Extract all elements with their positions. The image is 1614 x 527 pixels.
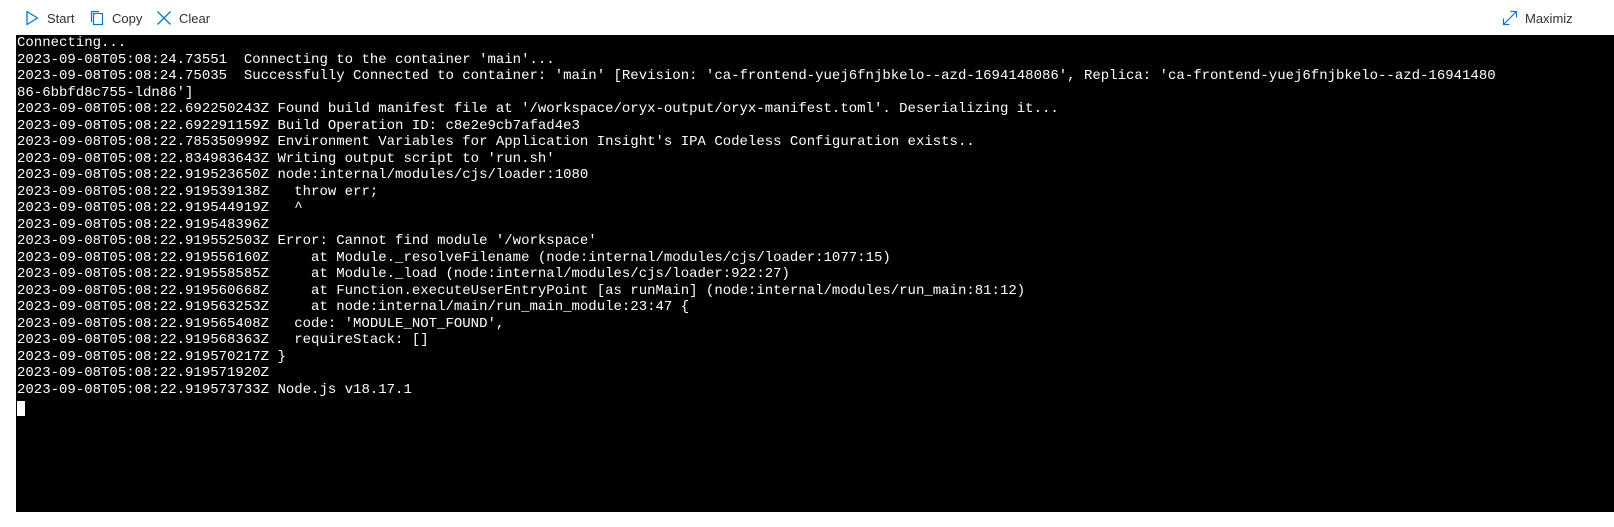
start-button-label: Start <box>47 10 75 26</box>
copy-button[interactable]: Copy <box>89 8 142 28</box>
console-line: 2023-09-08T05:08:24.75035 Successfully C… <box>17 68 1496 84</box>
console-line: 2023-09-08T05:08:22.785350999Z Environme… <box>17 134 975 150</box>
console-line: 86-6bbfd8c755-ldn86'] <box>17 84 194 101</box>
console-line: 2023-09-08T05:08:22.692291159Z Build Ope… <box>17 117 580 134</box>
console-line: 2023-09-08T05:08:22.919560668Z at Functi… <box>17 282 1026 299</box>
clear-button[interactable]: Clear <box>156 8 210 28</box>
console-line: 2023-09-08T05:08:22.919548396Z <box>17 216 270 233</box>
console-line: 2023-09-08T05:08:22.919556160Z at Module… <box>17 249 891 266</box>
console-line: 2023-09-08T05:08:22.834983643Z Writing o… <box>17 150 555 167</box>
expand-icon <box>1502 10 1518 26</box>
copy-icon <box>89 10 105 26</box>
console-toolbar: Start Copy Clear Maximiz <box>0 0 1614 35</box>
console-line: Connecting... <box>17 35 127 51</box>
console-line: 2023-09-08T05:08:22.692250243Z Found bui… <box>17 101 1059 117</box>
console-line: 2023-09-08T05:08:22.919571920Z <box>17 365 270 381</box>
maximize-button-label: Maximiz <box>1525 10 1573 26</box>
console-line: 2023-09-08T05:08:22.919544919Z ^ <box>17 200 303 216</box>
start-button[interactable]: Start <box>24 8 74 28</box>
console-line: 2023-09-08T05:08:22.919552503Z Error: Ca… <box>17 233 597 249</box>
console-lines: Connecting... 2023-09-08T05:08:24.73551 C… <box>16 35 1614 398</box>
console-line: 2023-09-08T05:08:22.919565408Z code: 'MO… <box>17 315 505 332</box>
clear-button-label: Clear <box>179 10 211 26</box>
play-icon <box>24 10 40 26</box>
maximize-button[interactable]: Maximiz <box>1502 8 1573 28</box>
console-line: 2023-09-08T05:08:22.919563253Z at node:i… <box>17 299 690 315</box>
console-line: 2023-09-08T05:08:22.919539138Z throw err… <box>17 183 379 200</box>
console-output[interactable]: Connecting... 2023-09-08T05:08:24.73551 C… <box>16 35 1614 512</box>
console-line: 2023-09-08T05:08:22.919573733Z Node.js v… <box>17 381 412 398</box>
console-line: 2023-09-08T05:08:22.919568363Z requireSt… <box>17 332 429 348</box>
console-line: 2023-09-08T05:08:24.73551 Connecting to … <box>17 51 555 68</box>
copy-button-label: Copy <box>112 10 143 26</box>
close-icon <box>156 10 172 26</box>
console-line: 2023-09-08T05:08:22.919558585Z at Module… <box>17 266 790 282</box>
terminal-cursor <box>17 401 25 416</box>
console-line: 2023-09-08T05:08:22.919570217Z } <box>17 348 286 365</box>
console-line: 2023-09-08T05:08:22.919523650Z node:inte… <box>17 167 589 183</box>
